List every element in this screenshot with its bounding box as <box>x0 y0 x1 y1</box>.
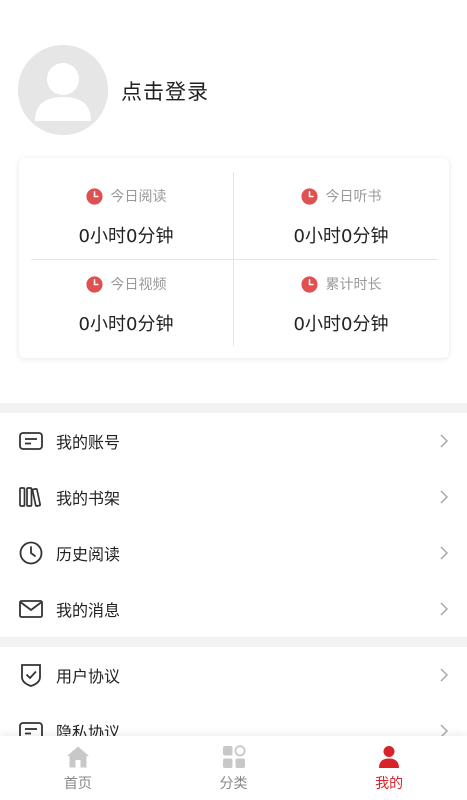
menu-item-label: 用户协议 <box>56 667 121 686</box>
home-icon <box>66 746 89 768</box>
stat-value: 0小时0分钟 <box>78 314 174 335</box>
menu-item-label: 我的消息 <box>56 601 121 620</box>
account-card-icon <box>19 432 43 450</box>
stat-total-duration: 累计时长 0小时0分钟 <box>234 246 448 346</box>
chevron-right-icon <box>440 434 449 448</box>
clock-icon <box>300 275 318 293</box>
stat-label: 今日听书 <box>325 189 382 205</box>
avatar[interactable] <box>18 45 108 135</box>
tab-label: 分类 <box>219 776 248 792</box>
menu-item-bookshelf[interactable]: 我的书架 <box>0 469 467 525</box>
history-clock-icon <box>19 541 43 565</box>
stat-value: 0小时0分钟 <box>78 226 174 247</box>
tab-label: 首页 <box>63 776 92 792</box>
stat-value: 0小时0分钟 <box>293 226 389 247</box>
stat-label: 今日视频 <box>110 277 167 293</box>
stat-label: 今日阅读 <box>110 189 167 205</box>
tab-category[interactable]: 分类 <box>156 736 312 800</box>
reading-stats-card: 今日阅读 0小时0分钟 今日听书 0小时0分钟 今日视频 0小时0分钟 累计时长… <box>19 158 449 358</box>
clock-icon <box>85 187 103 205</box>
tab-label: 我的 <box>375 776 404 792</box>
category-icon <box>222 745 245 768</box>
menu-item-my-messages[interactable]: 我的消息 <box>0 581 467 637</box>
tab-home[interactable]: 首页 <box>0 736 156 800</box>
bookshelf-icon <box>19 487 41 507</box>
mail-icon <box>19 600 43 618</box>
menu-item-reading-history[interactable]: 历史阅读 <box>0 525 467 581</box>
default-user-icon <box>18 45 108 135</box>
shield-check-icon <box>21 664 41 687</box>
stat-today-reading: 今日阅读 0小时0分钟 <box>19 158 233 258</box>
profile-header[interactable]: 点击登录 <box>0 0 467 160</box>
tab-mine[interactable]: 我的 <box>311 736 467 800</box>
bottom-tab-bar: 首页 分类 我的 <box>0 736 467 800</box>
menu-item-my-account[interactable]: 我的账号 <box>0 413 467 469</box>
section-separator <box>0 403 467 413</box>
stat-today-listening: 今日听书 0小时0分钟 <box>234 158 448 258</box>
chevron-right-icon <box>440 668 449 682</box>
clock-icon <box>85 275 103 293</box>
stat-today-video: 今日视频 0小时0分钟 <box>19 246 233 346</box>
menu-item-user-agreement[interactable]: 用户协议 <box>0 647 467 703</box>
menu-item-label: 我的账号 <box>56 433 121 452</box>
user-icon <box>379 746 400 768</box>
menu-group-main: 我的账号 我的书架 历史阅读 我的消息 <box>0 413 467 637</box>
menu-item-label: 我的书架 <box>56 489 121 508</box>
chevron-right-icon <box>440 546 449 560</box>
menu-item-label: 历史阅读 <box>56 545 121 564</box>
stat-label: 累计时长 <box>325 277 382 293</box>
chevron-right-icon <box>440 602 449 616</box>
stat-value: 0小时0分钟 <box>293 314 389 335</box>
clock-icon <box>300 187 318 205</box>
login-link[interactable]: 点击登录 <box>121 76 209 106</box>
chevron-right-icon <box>440 490 449 504</box>
section-separator <box>0 637 467 647</box>
